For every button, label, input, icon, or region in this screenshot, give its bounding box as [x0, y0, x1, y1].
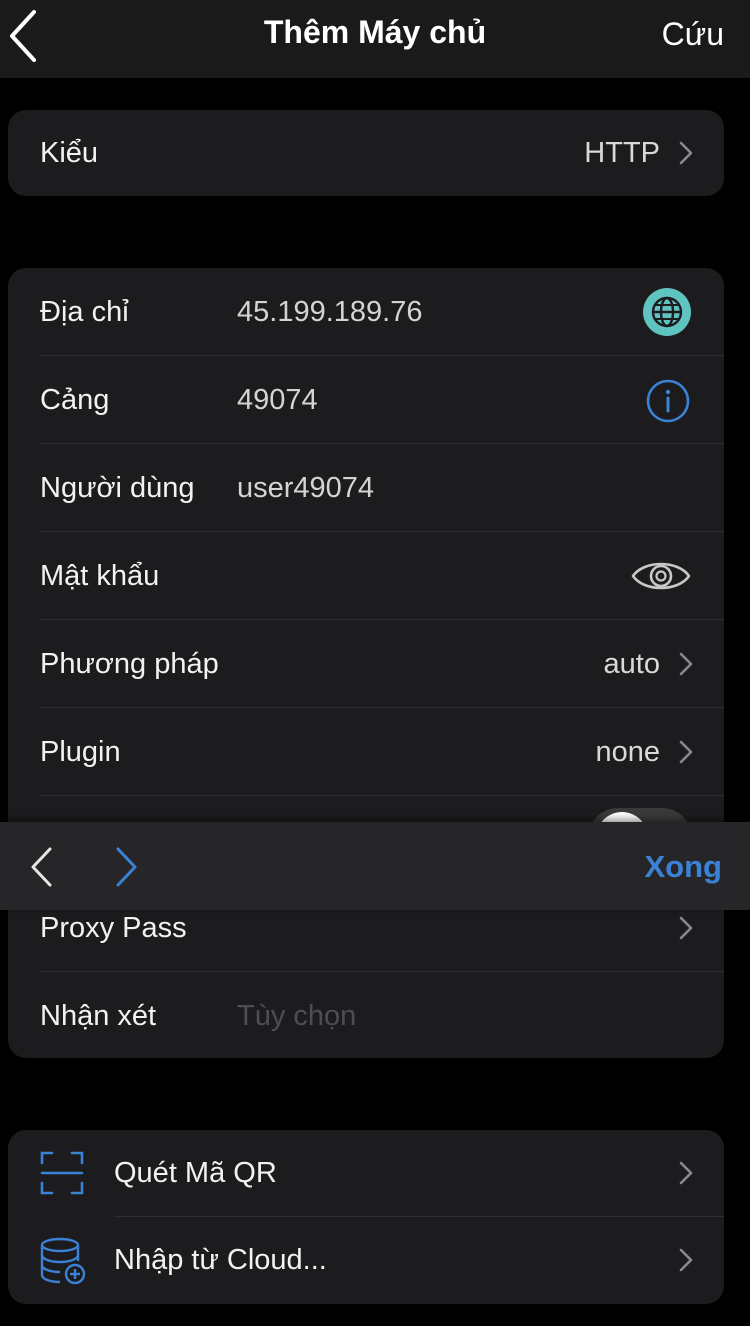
type-row[interactable]: Kiểu HTTP — [8, 110, 724, 196]
actions-card: Quét Mã QR Nhập từ Cloud... — [8, 1130, 724, 1304]
user-value[interactable]: user49074 — [237, 444, 374, 532]
page-title: Thêm Máy chủ — [263, 14, 487, 50]
keyboard-toolbar: Xong — [0, 822, 750, 910]
previous-field-chevron-icon[interactable] — [28, 846, 56, 888]
method-value: auto — [603, 648, 660, 680]
server-details-card: Địa chỉ 45.199.189.76 Cảng 49074 Người d… — [8, 268, 724, 1058]
plugin-row[interactable]: Plugin none — [8, 708, 724, 796]
password-row[interactable]: Mật khẩu — [8, 532, 724, 620]
type-card: Kiểu HTTP — [8, 110, 724, 196]
qr-scan-icon — [40, 1151, 84, 1195]
chevron-right-icon — [679, 1248, 693, 1272]
next-field-chevron-icon[interactable] — [112, 846, 140, 888]
import-cloud-row[interactable]: Nhập từ Cloud... — [8, 1217, 724, 1304]
comment-input[interactable]: Tùy chọn — [237, 972, 356, 1058]
method-row[interactable]: Phương pháp auto — [8, 620, 724, 708]
save-button[interactable]: Cứu — [662, 16, 724, 53]
user-label: Người dùng — [40, 472, 195, 504]
chevron-right-icon — [679, 141, 693, 165]
user-row[interactable]: Người dùng user49074 — [8, 444, 724, 532]
info-icon[interactable] — [645, 378, 691, 424]
scan-qr-label: Quét Mã QR — [114, 1157, 277, 1189]
password-label: Mật khẩu — [40, 560, 160, 592]
chevron-right-icon — [679, 1161, 693, 1185]
chevron-right-icon — [679, 916, 693, 940]
method-label: Phương pháp — [40, 648, 219, 680]
chevron-right-icon — [679, 740, 693, 764]
address-label: Địa chỉ — [40, 296, 129, 328]
type-label: Kiểu — [40, 137, 99, 169]
plugin-value: none — [595, 736, 660, 768]
type-value: HTTP — [584, 137, 660, 169]
port-label: Cảng — [40, 384, 110, 416]
address-value[interactable]: 45.199.189.76 — [237, 268, 422, 356]
globe-icon[interactable] — [642, 287, 692, 337]
port-row[interactable]: Cảng 49074 — [8, 356, 724, 444]
comment-label: Nhận xét — [40, 1000, 157, 1032]
port-value[interactable]: 49074 — [237, 356, 318, 444]
scan-qr-row[interactable]: Quét Mã QR — [8, 1130, 724, 1217]
navigation-bar: Thêm Máy chủ Cứu — [0, 0, 750, 78]
address-row[interactable]: Địa chỉ 45.199.189.76 — [8, 268, 724, 356]
plugin-label: Plugin — [40, 736, 121, 768]
eye-icon[interactable] — [630, 556, 692, 596]
database-add-icon — [40, 1237, 86, 1285]
chevron-right-icon — [679, 652, 693, 676]
comment-row[interactable]: Nhận xét Tùy chọn — [8, 972, 724, 1058]
import-cloud-label: Nhập từ Cloud... — [114, 1244, 327, 1276]
done-button[interactable]: Xong — [645, 822, 723, 912]
